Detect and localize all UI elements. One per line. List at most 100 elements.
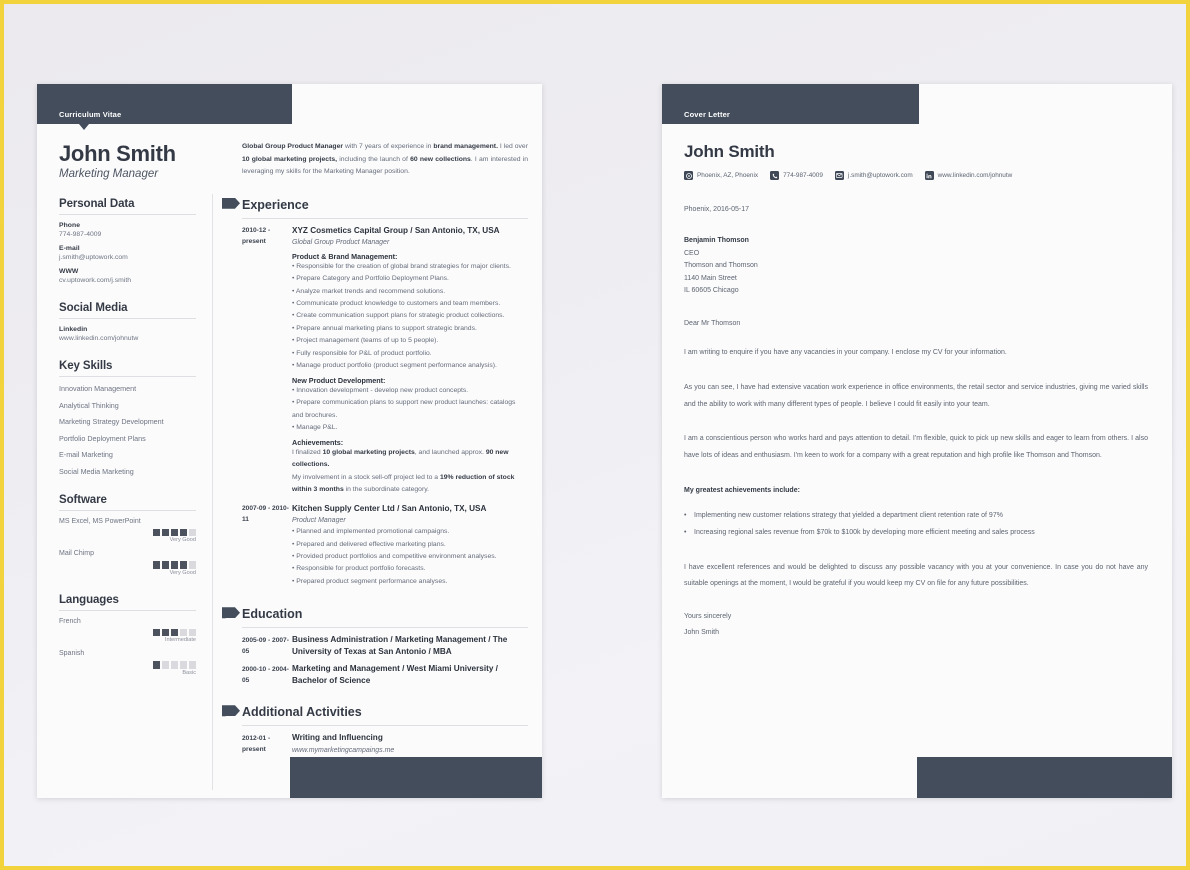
personal-data-value: cv.uptowork.com/j.smith	[59, 277, 132, 285]
rating-square	[179, 561, 187, 569]
location-icon	[684, 171, 693, 180]
software-list: MS Excel, MS PowerPoint Very Good Mail Chi…	[59, 518, 196, 576]
personal-data-heading: Personal Data	[59, 198, 135, 211]
key-skill-item: Marketing Strategy Development	[59, 417, 164, 427]
recipient-address-block: Benjamin Thomson CEO Thomson and Thomson 11…	[684, 235, 1148, 298]
experience-entry: 2007-09 - 2010-11 Kitchen Supply Center L…	[242, 503, 528, 589]
language-rating-label: Basic	[182, 669, 196, 676]
achievements-heading: My greatest achievements include:	[684, 486, 800, 494]
cover-letter-body: John Smith Phoenix, AZ, Phoenix 774-987-4…	[662, 124, 1172, 798]
recipient-line: CEO	[684, 249, 700, 257]
entry-bullet: • Planned and implemented promotional ca…	[292, 528, 450, 536]
social-media-label: Linkedin	[59, 326, 88, 334]
additional-activities-section-header: Additional Activities	[222, 703, 528, 721]
entry-bullet: • Innovation development - develop new p…	[292, 386, 469, 394]
experience-entry-subtitle: Product Manager	[292, 517, 346, 525]
software-name: MS Excel, MS PowerPoint	[59, 517, 141, 525]
rating-square	[161, 561, 169, 569]
social-media-list: Linkedin www.linkedin.com/johnutw	[59, 326, 196, 342]
cover-letter-paragraph: I am writing to enquire if you have any …	[684, 348, 1007, 356]
rating-square	[161, 628, 169, 637]
recipient-line: Benjamin Thomson	[684, 237, 749, 244]
contact-text: Phoenix, AZ, Phoenix	[697, 172, 759, 179]
cv-banner: Curriculum Vitae	[37, 84, 292, 124]
cover-letter-footer-bar	[917, 757, 1172, 798]
entry-category: Product & Brand Management:	[292, 251, 398, 261]
contact-item: www.linkedin.com/johnutw	[924, 171, 1013, 180]
cv-banner-label: Curriculum Vitae	[59, 110, 122, 119]
cv-summary: Global Group Product Manager with 7 year…	[242, 143, 529, 176]
education-entry-content: Business Administration / Marketing Mana…	[292, 634, 528, 657]
rating-square	[188, 528, 196, 537]
rating-square	[152, 561, 160, 569]
personal-data-label: WWW	[59, 268, 79, 276]
entry-bullet: • Prepare communication plans to support…	[292, 399, 516, 419]
rating-square	[179, 528, 187, 537]
key-skills-heading: Key Skills	[59, 360, 113, 373]
rating-square	[170, 528, 178, 537]
software-rating-label: Very Good	[169, 537, 196, 544]
languages-list: French Intermediate Spanish Basic	[59, 618, 196, 676]
rating-square	[152, 661, 160, 669]
entry-bullet: • Prepare Category and Portfolio Deploym…	[292, 275, 449, 283]
cv-main-column: Global Group Product Manager with 7 year…	[222, 124, 542, 798]
cv-candidate-name: John Smith	[59, 141, 176, 166]
achievements-list: Implementing new customer relations stra…	[684, 508, 1148, 542]
contact-text: j.smith@uptowork.com	[847, 172, 913, 179]
social-media-value: www.linkedin.com/johnutw	[59, 335, 139, 343]
experience-entry: 2010-12 - present XYZ Cosmetics Capital G…	[242, 225, 528, 497]
education-entry-title: Marketing and Management / West Miami Un…	[292, 664, 498, 685]
recipient-line: 1140 Main Street	[684, 274, 737, 282]
section-tag-icon	[222, 607, 240, 619]
closing-paragraph: I have excellent references and would be…	[684, 563, 1148, 588]
language-rating	[59, 661, 196, 669]
phone-icon	[770, 171, 780, 180]
languages-heading: Languages	[59, 593, 119, 606]
entry-bullet: • Analyze market trends and recommend so…	[292, 287, 446, 295]
key-skill-item: Analytical Thinking	[59, 400, 119, 410]
cover-letter-banner: Cover Letter	[662, 84, 919, 124]
rating-square	[152, 628, 160, 637]
rating-square	[170, 561, 178, 569]
divider	[242, 627, 528, 629]
additional-activities-heading: Additional Activities	[242, 705, 362, 720]
divider	[59, 214, 196, 216]
additional-activity-entry-dates: 2012-01 - present	[242, 734, 271, 753]
cv-sidebar: John Smith Marketing Manager Personal Da…	[37, 124, 212, 798]
social-media-heading: Social Media	[59, 302, 128, 315]
education-entry-dates: 2005-09 - 2007-05	[242, 636, 289, 655]
salutation: Dear Mr Thomson	[684, 319, 741, 327]
entry-bullet: • Provided product portfolios and compet…	[292, 553, 497, 560]
rating-square	[188, 628, 196, 637]
education-entry: 2005-09 - 2007-05 Business Administration…	[242, 634, 528, 657]
entry-category: New Product Development:	[292, 375, 386, 385]
rating-square	[179, 628, 187, 637]
language-rating	[59, 628, 196, 637]
contact-text: www.linkedin.com/johnutw	[937, 172, 1013, 179]
signature: John Smith	[684, 629, 720, 637]
experience-entry-dates: 2010-12 - present	[242, 227, 271, 246]
entry-paragraph: I finalized 10 global marketing projects…	[292, 449, 509, 469]
contact-item: Phoenix, AZ, Phoenix	[684, 171, 758, 180]
achievement-item: Implementing new customer relations stra…	[684, 508, 1148, 525]
cv-page: Curriculum Vitae John Smith Marketing Ma…	[37, 84, 542, 798]
education-entry: 2000-10 - 2004-05 Marketing and Managemen…	[242, 663, 528, 686]
divider	[59, 609, 196, 611]
key-skill-item: E-mail Marketing	[59, 450, 113, 460]
recipient-line: IL 60605 Chicago	[684, 287, 739, 295]
cover-letter-page: Cover Letter John Smith Phoenix, AZ, Pho…	[662, 84, 1172, 798]
divider	[242, 217, 528, 219]
education-entry-content: Marketing and Management / West Miami Un…	[292, 663, 528, 686]
entry-bullet: • Project management (teams of up to 5 p…	[292, 337, 439, 345]
sign-off: Yours sincerely	[684, 613, 732, 621]
rating-square	[170, 628, 178, 637]
entry-bullet: • Communicate product knowledge to custo…	[292, 300, 501, 307]
divider	[242, 725, 528, 727]
language-rating-label: Intermediate	[164, 637, 196, 644]
education-entry-dates: 2000-10 - 2004-05	[242, 665, 289, 684]
rating-square	[179, 661, 187, 669]
key-skills-list: Innovation Management Analytical Thinking…	[59, 384, 196, 476]
experience-section-header: Experience	[222, 196, 528, 214]
education-entries: 2005-09 - 2007-05 Business Administration…	[242, 634, 528, 686]
entry-bullet: • Fully responsible for P&L of product p…	[292, 349, 432, 357]
